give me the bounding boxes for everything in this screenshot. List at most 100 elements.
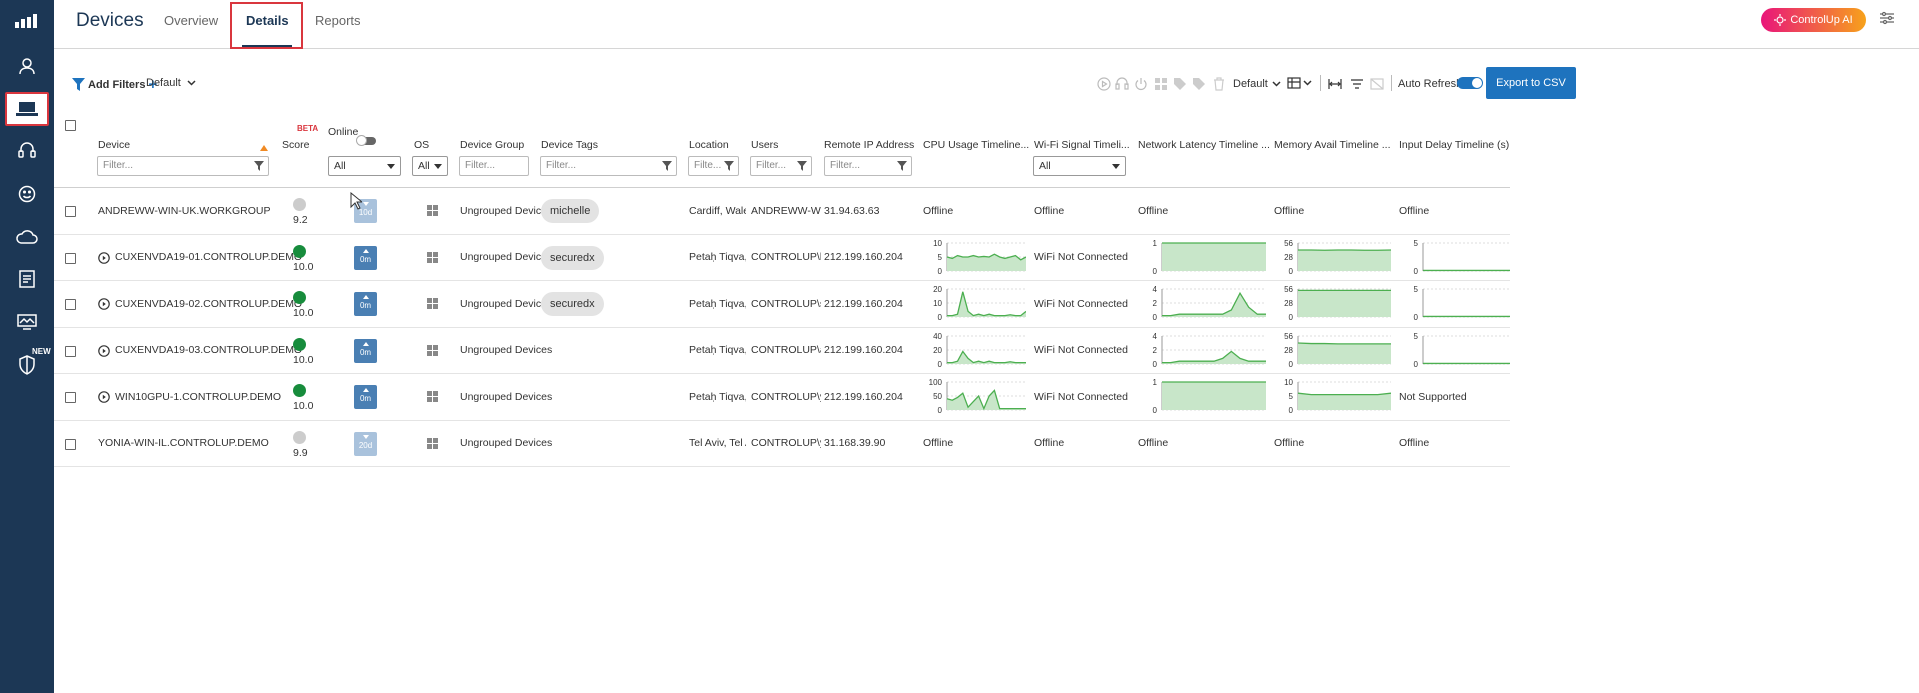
latency-sparkline[interactable]: 4 2 0 xyxy=(1138,285,1266,323)
device-tag[interactable]: securedx xyxy=(541,292,604,316)
memory-sparkline[interactable]: 56 28 0 xyxy=(1274,239,1391,277)
user-icon[interactable] xyxy=(5,49,49,83)
select-all-checkbox[interactable] xyxy=(65,120,76,131)
tab-reports[interactable]: Reports xyxy=(315,13,361,28)
table-row[interactable]: WIN10GPU-1.CONTROLUP.DEMO 10.0 0m Ungrouped… xyxy=(54,374,1510,421)
row-checkbox[interactable] xyxy=(65,438,76,450)
cpu-sparkline[interactable]: 40 20 0 xyxy=(923,332,1026,370)
play-circle-icon[interactable] xyxy=(98,344,110,357)
report-icon[interactable] xyxy=(5,262,49,296)
col-users[interactable]: Users xyxy=(751,139,778,151)
tags-filter-input[interactable]: Filter... xyxy=(540,156,677,176)
group-by-icon[interactable] xyxy=(1350,77,1364,91)
col-input-delay[interactable]: Input Delay Timeline (s) xyxy=(1399,139,1509,151)
logo-icon[interactable] xyxy=(5,4,49,38)
cloud-icon[interactable] xyxy=(5,220,49,254)
auto-refresh-toggle[interactable] xyxy=(1457,77,1483,89)
play-circle-icon[interactable] xyxy=(98,298,110,310)
uptime-badge[interactable]: 0m xyxy=(354,245,377,270)
tag-add-icon[interactable] xyxy=(1173,77,1187,91)
apps-icon[interactable] xyxy=(1154,77,1168,91)
axis-tick-label: 0 xyxy=(938,267,943,276)
memory-sparkline[interactable]: 56 28 0 xyxy=(1274,332,1391,370)
device-tag[interactable]: securedx xyxy=(541,245,604,270)
tab-overview[interactable]: Overview xyxy=(164,13,218,28)
col-online[interactable]: Online xyxy=(328,126,358,138)
col-latency[interactable]: Network Latency Timeline ... xyxy=(1138,139,1270,151)
device-name[interactable]: WIN10GPU-1.CONTROLUP.DEMO xyxy=(115,391,281,403)
cpu-sparkline[interactable]: 10 5 0 xyxy=(923,239,1026,277)
export-csv-button[interactable]: Export to CSV xyxy=(1486,67,1576,99)
online-select[interactable]: All xyxy=(328,156,401,176)
col-os[interactable]: OS xyxy=(414,139,429,151)
row-checkbox[interactable] xyxy=(65,392,76,403)
sliders-icon[interactable] xyxy=(1879,11,1895,25)
col-memory[interactable]: Memory Avail Timeline ... xyxy=(1274,139,1391,151)
group-filter-input[interactable]: Filter... xyxy=(459,156,529,176)
device-name[interactable]: CUXENVDA19-02.CONTROLUP.DEMO xyxy=(115,298,302,310)
device-name[interactable]: CUXENVDA19-03.CONTROLUP.DEMO xyxy=(115,344,302,356)
uptime-badge[interactable]: 20d xyxy=(354,431,377,456)
smiley-icon[interactable] xyxy=(5,177,49,211)
table-row[interactable]: CUXENVDA19-03.CONTROLUP.DEMO 10.0 0m Ungrou… xyxy=(54,328,1510,374)
table-row[interactable]: CUXENVDA19-02.CONTROLUP.DEMO 10.0 0m Ungrou… xyxy=(54,281,1510,328)
cpu-sparkline[interactable]: 100 50 0 xyxy=(923,378,1026,416)
controlup-ai-button[interactable]: ControlUp AI xyxy=(1761,8,1866,32)
uptime-badge[interactable]: 0m xyxy=(354,385,377,409)
input-delay-sparkline[interactable]: 50 xyxy=(1399,239,1510,277)
play-circle-icon[interactable] xyxy=(98,251,110,264)
uptime-badge[interactable]: 0m xyxy=(354,338,377,363)
device-name[interactable]: YONIA-WIN-IL.CONTROLUP.DEMO xyxy=(98,437,269,449)
col-score[interactable]: Score xyxy=(282,139,309,151)
col-device-tags[interactable]: Device Tags xyxy=(541,139,598,151)
row-checkbox[interactable] xyxy=(65,299,76,310)
play-action-icon[interactable] xyxy=(1097,77,1111,91)
col-location[interactable]: Location xyxy=(689,139,729,151)
device-name[interactable]: ANDREWW-WIN-UK.WORKGROUP xyxy=(98,205,270,217)
row-checkbox[interactable] xyxy=(65,345,76,357)
sidebar-item-devices[interactable] xyxy=(5,92,49,126)
table-view-select[interactable] xyxy=(1287,77,1312,89)
col-wifi[interactable]: Wi-Fi Signal Timeli... xyxy=(1034,139,1130,151)
memory-sparkline[interactable]: 56 28 0 xyxy=(1274,285,1391,323)
memory-sparkline[interactable]: 10 5 0 xyxy=(1274,378,1391,416)
headset-action-icon[interactable] xyxy=(1115,77,1129,91)
wifi-select[interactable]: All xyxy=(1033,156,1126,176)
col-cpu[interactable]: CPU Usage Timeline... xyxy=(923,139,1029,151)
collapse-icon[interactable] xyxy=(1370,77,1384,91)
input-delay-sparkline[interactable]: 50 xyxy=(1399,332,1510,370)
ip-filter-input[interactable]: Filter... xyxy=(824,156,912,176)
online-toggle[interactable] xyxy=(356,135,376,146)
headset-icon[interactable] xyxy=(5,134,49,168)
location-filter-input[interactable]: Filte... xyxy=(688,156,739,176)
uptime-badge[interactable]: 0m xyxy=(354,292,377,316)
row-checkbox[interactable] xyxy=(65,252,76,264)
monitor-icon[interactable] xyxy=(5,305,49,339)
add-filters-button[interactable]: Add Filters + xyxy=(72,76,157,93)
input-delay-sparkline[interactable]: 50 xyxy=(1399,285,1510,323)
users-filter-input[interactable]: Filter... xyxy=(750,156,812,176)
play-circle-icon[interactable] xyxy=(98,391,110,403)
device-filter-input[interactable]: Filter... xyxy=(97,156,269,176)
col-device-group[interactable]: Device Group xyxy=(460,139,524,151)
cpu-sparkline[interactable]: 20 10 0 xyxy=(923,285,1026,323)
col-remote-ip[interactable]: Remote IP Address xyxy=(824,139,914,151)
power-icon[interactable] xyxy=(1134,77,1148,91)
sort-asc-icon[interactable] xyxy=(260,145,268,151)
col-device[interactable]: Device xyxy=(98,139,130,151)
device-name[interactable]: CUXENVDA19-01.CONTROLUP.DEMO xyxy=(115,251,302,263)
latency-sparkline[interactable]: 10 xyxy=(1138,239,1266,277)
table-row[interactable]: ANDREWW-WIN-UK.WORKGROUP 9.2 10d Ungrouped … xyxy=(54,188,1510,235)
fit-columns-icon[interactable] xyxy=(1328,77,1342,91)
tag-remove-icon[interactable] xyxy=(1192,77,1206,91)
row-checkbox[interactable] xyxy=(65,206,76,217)
latency-sparkline[interactable]: 4 2 0 xyxy=(1138,332,1266,370)
table-row[interactable]: YONIA-WIN-IL.CONTROLUP.DEMO 9.9 20d Ungroup… xyxy=(54,421,1510,467)
trash-icon[interactable] xyxy=(1212,77,1226,91)
device-tag[interactable]: michelle xyxy=(541,199,600,223)
os-select[interactable]: All xyxy=(412,156,448,176)
columns-default-select[interactable]: Default xyxy=(1233,78,1281,90)
latency-sparkline[interactable]: 10 xyxy=(1138,378,1266,416)
table-row[interactable]: CUXENVDA19-01.CONTROLUP.DEMO 10.0 0m Ungrou… xyxy=(54,235,1510,281)
default-view-select[interactable]: Default xyxy=(146,77,196,89)
